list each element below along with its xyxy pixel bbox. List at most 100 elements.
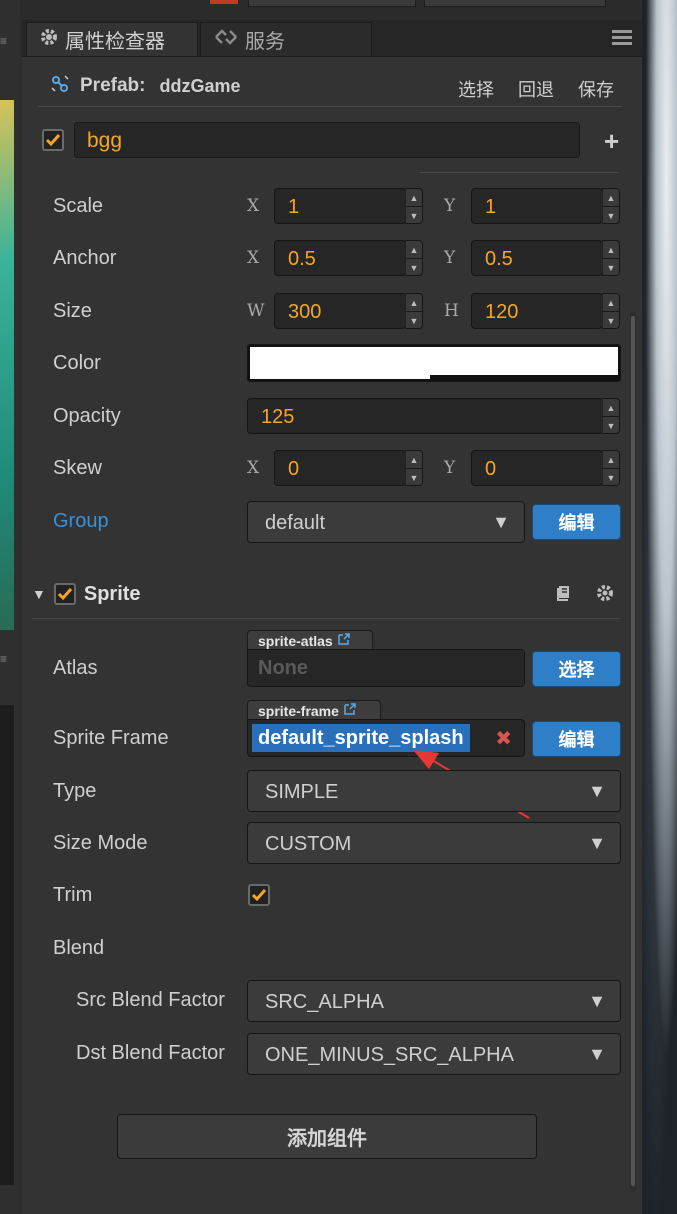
book-icon[interactable] (555, 584, 573, 607)
scale-y-input[interactable]: 1 (471, 188, 603, 224)
size-w-input[interactable]: 300 (274, 293, 406, 329)
sprite-frame-edit-button[interactable]: 编辑 (532, 721, 621, 757)
atlas-select-button[interactable]: 选择 (532, 651, 621, 687)
opacity-input[interactable]: 125 (247, 398, 603, 434)
size-mode-select[interactable]: CUSTOM ▼ (247, 822, 621, 864)
scale-x-spinner[interactable]: ▲ ▼ (405, 188, 423, 224)
atlas-label: Atlas (53, 657, 98, 679)
prefab-bar: Prefab: ddzGame 选择 回退 保存 (36, 66, 620, 106)
sprite-section-header[interactable]: ▼ Sprite (32, 574, 620, 614)
group-edit-button[interactable]: 编辑 (532, 504, 621, 540)
atlas-type-tag: sprite-atlas (247, 630, 373, 650)
scale-label: Scale (53, 195, 104, 217)
size-h-axis: H (444, 301, 459, 321)
sprite-frame-tag-label: sprite-frame (258, 702, 339, 719)
prefab-divider (38, 106, 622, 107)
left-menu-icon-2[interactable]: ≡ (0, 652, 14, 666)
skew-y-axis: Y (444, 458, 456, 478)
type-value: SIMPLE (265, 781, 339, 803)
dropdown-caret-icon: ▼ (588, 1044, 606, 1064)
settings-gear-icon[interactable] (595, 583, 615, 608)
size-mode-value: CUSTOM (265, 833, 352, 855)
tab-inspector[interactable]: 属性检查器 (26, 22, 198, 56)
group-label[interactable]: Group (53, 510, 109, 533)
check-icon (57, 588, 72, 601)
gear-icon (39, 27, 59, 53)
sprite-enabled-checkbox[interactable] (53, 583, 76, 605)
color-picker-field[interactable] (247, 344, 621, 382)
top-toolbar-button-2[interactable] (424, 0, 606, 7)
dropdown-caret-icon: ▼ (492, 512, 510, 532)
top-toolbar-button-1[interactable] (248, 0, 416, 7)
anchor-x-axis: X (247, 248, 260, 268)
src-blend-label: Src Blend Factor (76, 989, 225, 1011)
blend-label: Blend (53, 937, 105, 959)
type-select[interactable]: SIMPLE ▼ (247, 770, 621, 812)
group-select[interactable]: default ▼ (247, 501, 525, 543)
prefab-save-button[interactable]: 保存 (578, 76, 614, 102)
node-name-input[interactable]: bgg (74, 122, 580, 158)
add-icon[interactable]: + (604, 126, 619, 157)
external-link-icon[interactable] (337, 632, 351, 649)
size-w-spinner[interactable]: ▲ ▼ (405, 293, 423, 329)
opacity-spinner[interactable]: ▲ ▼ (602, 398, 620, 434)
panel-menu-icon[interactable] (612, 30, 632, 48)
prefab-name: ddzGame (159, 75, 241, 96)
sprite-frame-type-tag: sprite-frame (247, 700, 381, 720)
atlas-field[interactable]: None (247, 649, 525, 687)
src-blend-value: SRC_ALPHA (265, 991, 384, 1013)
size-h-input[interactable]: 120 (471, 293, 603, 329)
anchor-x-input[interactable]: 0.5 (274, 240, 406, 276)
atlas-tag-label: sprite-atlas (258, 632, 333, 649)
skew-x-axis: X (247, 458, 260, 478)
alpha-fill (250, 375, 431, 379)
left-dark-panel (0, 705, 14, 1185)
prefab-link-icon (50, 74, 70, 99)
scale-y-spinner[interactable]: ▲ ▼ (602, 188, 620, 224)
scene-preview-thumbnail (0, 100, 14, 630)
scale-x-axis: X (247, 196, 260, 216)
scrollbar-thumb[interactable] (631, 316, 635, 1186)
prefab-select-button[interactable]: 选择 (458, 76, 494, 102)
tab-services[interactable]: 服务 (200, 22, 372, 56)
src-blend-select[interactable]: SRC_ALPHA ▼ (247, 980, 621, 1022)
sprite-divider (32, 618, 620, 619)
dropdown-caret-icon: ▼ (588, 991, 606, 1011)
background-photo-strip (642, 0, 677, 1214)
opacity-label: Opacity (53, 405, 121, 427)
size-label: Size (53, 300, 92, 322)
type-label: Type (53, 780, 97, 802)
size-h-spinner[interactable]: ▲ ▼ (602, 293, 620, 329)
size-mode-label: Size Mode (53, 832, 148, 854)
dropdown-caret-icon: ▼ (588, 781, 606, 801)
tab-label: 服务 (245, 31, 285, 53)
skew-y-input[interactable]: 0 (471, 450, 603, 486)
anchor-y-spinner[interactable]: ▲ ▼ (602, 240, 620, 276)
name-divider (420, 172, 618, 173)
anchor-x-spinner[interactable]: ▲ ▼ (405, 240, 423, 276)
node-active-checkbox[interactable] (42, 129, 64, 151)
anchor-y-axis: Y (444, 248, 456, 268)
scale-y-axis: Y (444, 196, 456, 216)
skew-y-spinner[interactable]: ▲ ▼ (602, 450, 620, 486)
top-toolbar-indicator (210, 0, 238, 4)
dst-blend-select[interactable]: ONE_MINUS_SRC_ALPHA ▼ (247, 1033, 621, 1075)
add-component-button[interactable]: 添加组件 (117, 1114, 537, 1159)
prefab-revert-button[interactable]: 回退 (518, 76, 554, 102)
collapse-triangle-icon[interactable]: ▼ (32, 586, 46, 602)
sprite-frame-label: Sprite Frame (53, 727, 169, 749)
prefab-label: Prefab: (80, 75, 146, 96)
scale-x-input[interactable]: 1 (274, 188, 406, 224)
check-icon (251, 889, 267, 902)
skew-x-spinner[interactable]: ▲ ▼ (405, 450, 423, 486)
dropdown-caret-icon: ▼ (588, 833, 606, 853)
dst-blend-label: Dst Blend Factor (76, 1042, 225, 1064)
skew-x-input[interactable]: 0 (274, 450, 406, 486)
anchor-y-input[interactable]: 0.5 (471, 240, 603, 276)
left-menu-icon[interactable]: ≡ (0, 34, 14, 48)
dst-blend-value: ONE_MINUS_SRC_ALPHA (265, 1044, 514, 1066)
sprite-title: Sprite (83, 582, 141, 605)
trim-checkbox[interactable] (248, 884, 270, 906)
external-link-icon[interactable] (343, 702, 357, 719)
tab-label: 属性检查器 (65, 31, 165, 53)
